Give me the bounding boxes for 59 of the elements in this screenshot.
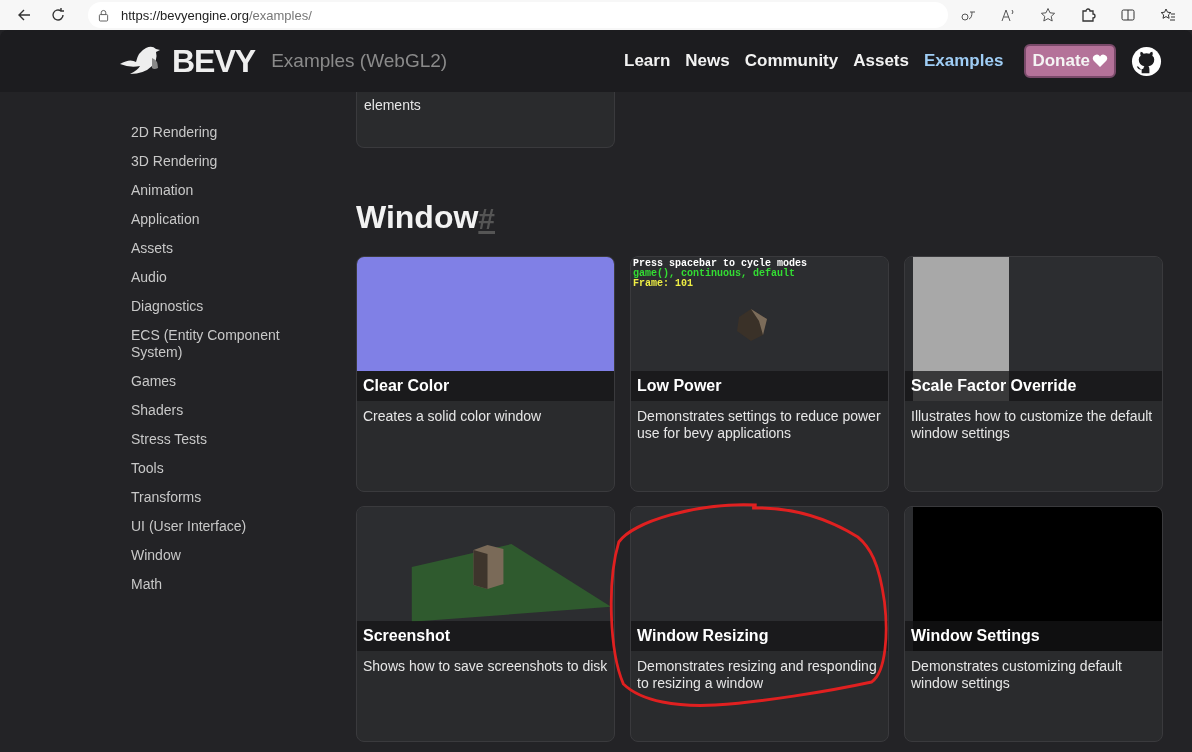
sidebar-link[interactable]: Tools	[131, 454, 291, 483]
sidebar-link[interactable]: Animation	[131, 176, 291, 205]
logo-text[interactable]: BEVY	[172, 42, 256, 80]
card-title: Window Resizing	[637, 627, 769, 645]
extensions-icon[interactable]	[1080, 7, 1096, 23]
example-card[interactable]: Window Settings Demonstrates customizing default window settings	[904, 506, 1163, 742]
sidebar-link[interactable]: Assets	[131, 234, 291, 263]
sidebar-link[interactable]: Application	[131, 205, 291, 234]
example-card[interactable]: Scale Factor Override Illustrates how to customize the default window settings	[904, 256, 1163, 492]
nav-link[interactable]: Assets	[853, 51, 909, 71]
nav-link[interactable]: Learn	[624, 51, 671, 71]
lock-icon	[98, 8, 109, 22]
nav-link[interactable]: Examples	[924, 51, 1004, 71]
split-screen-icon[interactable]	[1120, 7, 1136, 23]
star-icon[interactable]	[1040, 7, 1056, 23]
example-card[interactable]: Press spacebar to cycle modes game(), continuous, default Frame: 101 Low Power Demonstrates settings to reduce power use for bevy applications	[630, 256, 889, 492]
cube-drawing	[737, 307, 769, 343]
card-description: elements	[364, 97, 421, 113]
card-title: Window Settings	[911, 627, 1040, 645]
sidebar-link[interactable]: Transforms	[131, 483, 291, 512]
preview-text: game(), continuous, default	[633, 269, 796, 279]
example-card[interactable]: Window Resizing Demonstrates resizing and responding to resizing a window	[630, 506, 889, 742]
sidebar-link[interactable]: Audio	[131, 263, 291, 292]
card-description: Demonstrates customizing default window settings	[910, 657, 1123, 693]
section-heading: Window	[356, 199, 479, 236]
sidebar-link[interactable]: Math	[131, 570, 291, 599]
card-title: Scale Factor Override	[911, 377, 1077, 395]
preview-text: Press spacebar to cycle modes	[633, 259, 808, 269]
url-text: https://bevyengine.org/examples/	[121, 7, 312, 23]
sidebar-link[interactable]: 2D Rendering	[131, 118, 291, 147]
sidebar-link[interactable]: Games	[131, 367, 291, 396]
example-card[interactable]: Screenshot Shows how to save screenshots to disk	[356, 506, 615, 742]
sidebar-link[interactable]: UI (User Interface)	[131, 512, 291, 541]
card-title: Clear Color	[363, 377, 450, 395]
card-description: Demonstrates settings to reduce power use for bevy applications	[636, 407, 882, 443]
back-icon[interactable]	[16, 7, 32, 23]
sidebar-link[interactable]: Diagnostics	[131, 292, 291, 321]
card-description: Illustrates how to customize the default window settings	[910, 407, 1154, 443]
sidebar-link[interactable]: Shaders	[131, 396, 291, 425]
sidebar-link[interactable]: Stress Tests	[131, 425, 291, 454]
card-description: Shows how to save screenshots to disk	[362, 657, 609, 676]
sidebar-link[interactable]: ECS (Entity Component System)	[131, 321, 291, 367]
card-description: Creates a solid color window	[362, 407, 543, 426]
sidebar-link[interactable]: Window	[131, 541, 291, 570]
heart-icon	[1092, 54, 1108, 68]
site-subtitle: Examples (WebGL2)	[271, 50, 448, 72]
address-bar[interactable]: https://bevyengine.org/examples/	[88, 2, 948, 28]
card-title: Screenshot	[363, 627, 451, 645]
refresh-icon[interactable]	[50, 7, 66, 23]
github-icon[interactable]	[1131, 45, 1162, 77]
read-aloud-icon[interactable]	[1000, 7, 1016, 23]
favorites-icon[interactable]	[1160, 7, 1176, 23]
nav-link[interactable]: News	[685, 51, 730, 71]
nav-link[interactable]: Community	[744, 51, 839, 71]
preview-text: Frame: 101	[633, 279, 693, 289]
card-title: Low Power	[637, 377, 722, 395]
example-card[interactable]: Clear Color Creates a solid color window	[356, 256, 615, 492]
card-description: Demonstrates resizing and responding to resizing a window	[636, 657, 878, 693]
sidebar-link[interactable]: 3D Rendering	[131, 147, 291, 176]
